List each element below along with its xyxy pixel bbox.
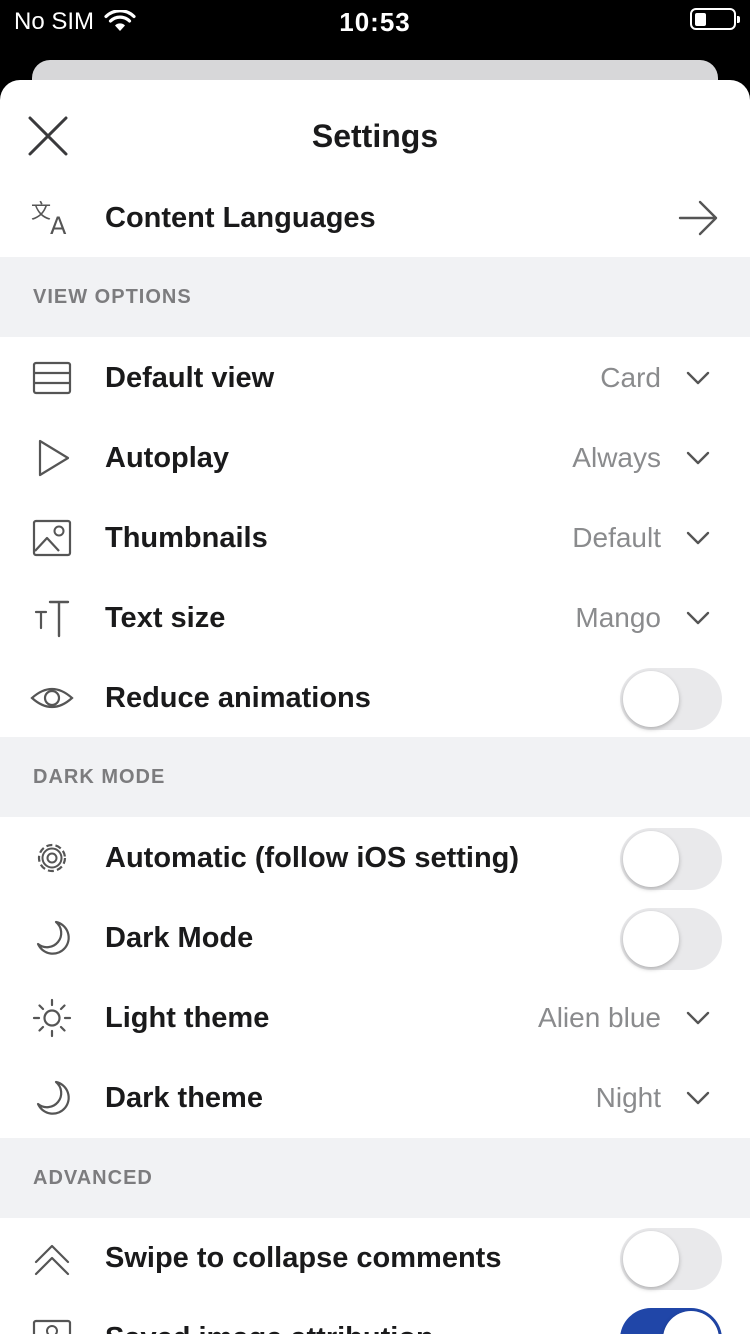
text-size-row[interactable]: Text size Mango [0,578,750,658]
settings-sheet: Settings 文 A Content Languages VIEW OPTI… [0,80,750,1334]
swipe-collapse-row: Swipe to collapse comments [0,1218,750,1298]
chevron-down-icon [686,1091,710,1105]
svg-text:文: 文 [31,199,51,223]
section-header-view-options: VIEW OPTIONS [0,257,750,337]
chevron-down-icon [686,371,710,385]
autoplay-value: Always [572,442,661,473]
chevron-down-icon [686,451,710,465]
arrow-right-icon [678,200,718,236]
light-theme-value: Alien blue [538,1002,661,1033]
default-view-value: Card [600,362,661,393]
saved-image-attribution-label: Saved image attribution [105,1298,434,1334]
battery-icon [690,8,740,30]
gear-icon [30,838,74,878]
reduce-animations-toggle[interactable] [620,668,722,730]
dark-mode-toggle[interactable] [620,908,722,970]
eye-icon [30,678,74,718]
automatic-dark-mode-toggle[interactable] [620,828,722,890]
chevron-down-icon [686,611,710,625]
card-view-icon [30,358,74,398]
automatic-dark-mode-label: Automatic (follow iOS setting) [105,842,520,874]
default-view-row[interactable]: Default view Card [0,338,750,418]
translate-icon: 文 A [30,198,74,240]
svg-text:A: A [50,212,67,238]
reduce-animations-label: Reduce animations [105,682,371,714]
page-title: Settings [311,118,439,154]
chevron-down-icon [686,531,710,545]
text-size-label: Text size [105,602,226,634]
chevron-down-icon [686,1011,710,1025]
sheet-header: Settings [0,80,750,180]
image-icon [30,1318,74,1334]
collapse-icon [30,1238,74,1278]
swipe-collapse-toggle[interactable] [620,1228,722,1290]
status-bar: No SIM 10:53 [0,0,750,40]
thumbnails-row[interactable]: Thumbnails Default [0,498,750,578]
section-header-dark-mode: DARK MODE [0,737,750,817]
saved-image-attribution-row: Saved image attribution [0,1298,750,1334]
thumbnails-value: Default [572,522,661,553]
dark-theme-row[interactable]: Dark theme Night [0,1058,750,1138]
default-view-label: Default view [105,362,275,394]
section-header-advanced: ADVANCED [0,1138,750,1218]
thumbnails-label: Thumbnails [105,522,268,554]
dark-mode-label: Dark Mode [105,922,254,954]
sun-icon [30,998,74,1038]
light-theme-row[interactable]: Light theme Alien blue [0,978,750,1058]
moon-icon [30,1078,74,1118]
play-icon [30,438,74,478]
autoplay-row[interactable]: Autoplay Always [0,418,750,498]
reduce-animations-row: Reduce animations [0,658,750,738]
autoplay-label: Autoplay [105,442,230,474]
image-icon [30,518,74,558]
moon-icon [30,918,74,958]
dark-mode-row: Dark Mode [0,898,750,978]
text-size-value: Mango [575,602,661,633]
automatic-dark-mode-row: Automatic (follow iOS setting) [0,818,750,898]
light-theme-label: Light theme [105,1002,270,1034]
clock: 10:53 [339,7,411,37]
dark-theme-value: Night [595,1082,661,1113]
swipe-collapse-label: Swipe to collapse comments [105,1242,502,1274]
content-languages-row[interactable]: 文 A Content Languages [0,178,750,258]
text-size-icon [30,598,74,638]
saved-image-attribution-toggle[interactable] [620,1308,722,1334]
dark-theme-label: Dark theme [105,1082,263,1114]
content-languages-label: Content Languages [105,202,376,234]
